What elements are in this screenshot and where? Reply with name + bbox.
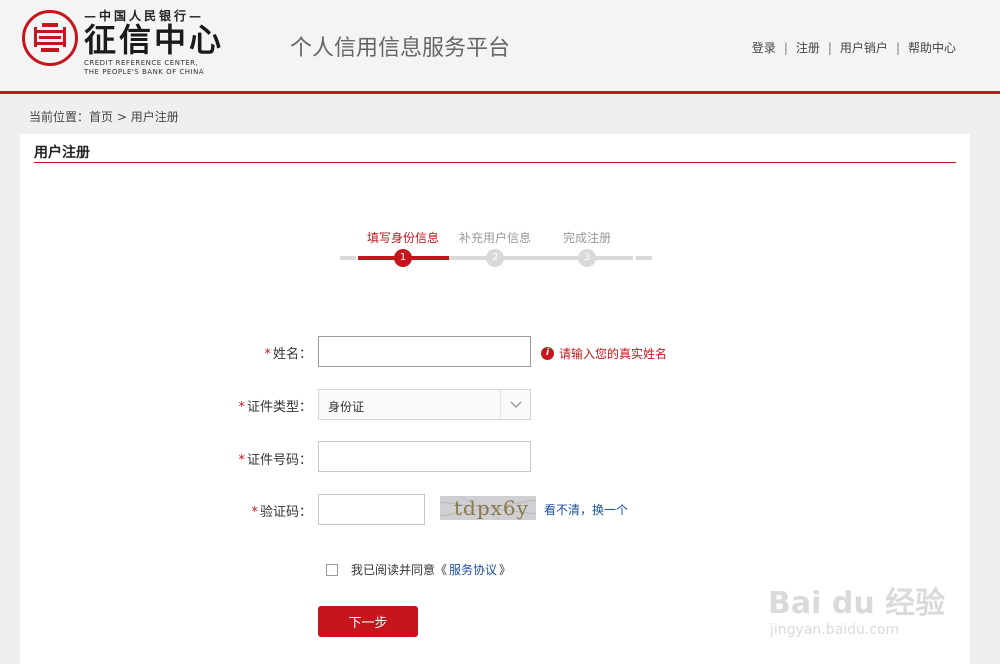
agree-suffix: 》 <box>499 563 512 577</box>
breadcrumb-current: 用户注册 <box>130 110 179 124</box>
watermark-url: jingyan.baidu.com <box>770 622 900 638</box>
id-type-select[interactable]: 身份证 <box>318 389 531 420</box>
breadcrumb-separator: > <box>113 110 131 124</box>
required-mark: * <box>238 453 245 468</box>
captcha-image-text: tdpx6y <box>454 496 529 520</box>
step-indicator: 填写身份信息 补充用户信息 完成注册 1 2 3 <box>340 229 652 269</box>
captcha-input[interactable] <box>318 494 425 525</box>
step-3-label: 完成注册 <box>562 231 612 245</box>
nav-separator: | <box>827 40 832 55</box>
watermark-main: Bai du 经验 <box>768 586 946 621</box>
panel-title-divider <box>34 162 956 163</box>
step-track-start <box>340 256 356 260</box>
nav-register-link[interactable]: 注册 <box>796 39 820 56</box>
step-track-pending <box>449 256 633 260</box>
agree-checkbox[interactable] <box>326 563 338 576</box>
breadcrumb: 当前位置：首页 > 用户注册 <box>29 108 179 125</box>
captcha-image[interactable]: tdpx6y <box>440 496 536 520</box>
site-header: —中国人民银行— 征信中心 CREDIT REFERENCE CENTER, T… <box>0 0 1000 94</box>
step-track-end <box>636 256 652 260</box>
platform-title: 个人信用信息服务平台 <box>290 36 511 61</box>
step-1-dot: 1 <box>394 249 412 267</box>
nav-login-link[interactable]: 登录 <box>752 39 776 56</box>
agree-prefix: 我已阅读并同意《 <box>351 563 448 577</box>
next-step-button[interactable]: 下一步 <box>318 606 418 637</box>
logo-english-line2: THE PEOPLE'S BANK OF CHINA <box>84 68 205 76</box>
name-input[interactable] <box>318 336 531 367</box>
step-3-dot: 3 <box>578 249 596 267</box>
top-nav: 登录 | 注册 | 用户销户 | 帮助中心 <box>752 39 956 56</box>
id-number-label: * 证件号码： <box>20 449 312 468</box>
service-agreement-link[interactable]: 服务协议 <box>449 561 497 578</box>
captcha-label-text: 验证码： <box>259 505 312 520</box>
id-type-label: * 证件类型： <box>20 396 312 415</box>
step-1-label: 填写身份信息 <box>366 231 440 245</box>
name-label-text: 姓名： <box>272 347 312 362</box>
logo-english-name: CREDIT REFERENCE CENTER, THE PEOPLE'S BA… <box>84 59 204 77</box>
panel-title: 用户注册 <box>34 145 90 161</box>
required-mark: * <box>238 400 245 415</box>
required-mark: * <box>264 347 271 362</box>
breadcrumb-home-link[interactable]: 首页 <box>89 110 113 124</box>
required-mark: * <box>251 505 258 520</box>
step-2-dot: 2 <box>486 249 504 267</box>
nav-help-link[interactable]: 帮助中心 <box>908 39 956 56</box>
agreement-row: 我已阅读并同意《 服务协议》 <box>326 561 511 578</box>
step-2-label: 补充用户信息 <box>458 231 532 245</box>
credit-center-seal-icon[interactable] <box>22 10 78 66</box>
id-type-label-text: 证件类型： <box>246 400 312 415</box>
nav-separator: | <box>895 40 900 55</box>
breadcrumb-prefix: 当前位置： <box>29 110 90 124</box>
captcha-label: * 验证码： <box>20 501 312 520</box>
nav-separator: | <box>783 40 788 55</box>
id-type-selected-value: 身份证 <box>328 400 365 414</box>
logo-title[interactable]: 征信中心 <box>84 22 224 58</box>
id-number-input[interactable] <box>318 441 531 472</box>
id-number-label-text: 证件号码： <box>246 453 312 468</box>
nav-deregister-link[interactable]: 用户销户 <box>840 39 888 56</box>
captcha-refresh-link[interactable]: 看不清，换一个 <box>544 501 628 518</box>
name-label: * 姓名： <box>20 343 312 362</box>
name-hint-text: 请输入您的真实姓名 <box>559 347 668 361</box>
name-hint: i 请输入您的真实姓名 <box>541 345 667 362</box>
info-icon: i <box>541 347 554 360</box>
logo-english-line1: CREDIT REFERENCE CENTER, <box>84 59 199 67</box>
chevron-down-icon[interactable] <box>500 390 530 419</box>
baidu-jingyan-watermark: Bai du 经验 jingyan.baidu.com <box>768 578 968 648</box>
